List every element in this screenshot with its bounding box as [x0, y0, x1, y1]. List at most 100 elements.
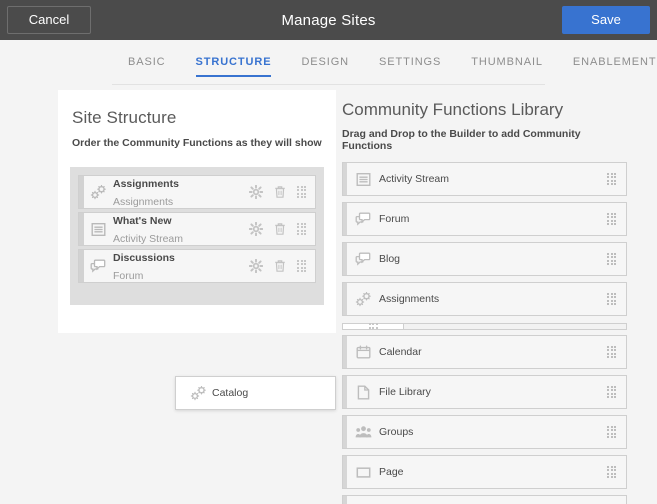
- library-item-blog[interactable]: Blog: [342, 242, 627, 276]
- library-item-label: File Library: [377, 386, 607, 398]
- library-item-file-library[interactable]: File Library: [342, 375, 627, 409]
- library-item-forum[interactable]: Forum: [342, 202, 627, 236]
- row-grip: [343, 456, 347, 488]
- site-structure-card: Site Structure Order the Community Funct…: [58, 90, 336, 333]
- activity-stream-icon: [85, 222, 111, 237]
- site-structure-title: Site Structure: [72, 108, 322, 128]
- groups-icon: [349, 425, 377, 439]
- library-item-page[interactable]: Page: [342, 455, 627, 489]
- structure-row-assignments[interactable]: Assignments Assignments: [78, 175, 316, 209]
- row-grip: [343, 416, 347, 448]
- gear-icon[interactable]: [249, 185, 263, 199]
- row-grip: [343, 163, 347, 195]
- site-structure-header: Site Structure Order the Community Funct…: [58, 108, 336, 149]
- drag-handle-icon[interactable]: [607, 426, 626, 439]
- structure-row-name: Assignments: [113, 178, 179, 190]
- tab-design[interactable]: DESIGN: [301, 56, 349, 77]
- drop-placeholder-handle: [342, 323, 404, 330]
- drag-handle-icon[interactable]: [607, 386, 626, 399]
- activity-stream-icon: [349, 172, 377, 187]
- structure-row-type: Assignments: [113, 196, 173, 208]
- assignments-icon: [85, 185, 111, 200]
- trash-icon[interactable]: [274, 185, 286, 199]
- row-grip: [79, 176, 84, 208]
- drag-handle-icon[interactable]: [607, 173, 626, 186]
- drag-handle-icon[interactable]: [297, 260, 306, 273]
- cancel-button[interactable]: Cancel: [7, 6, 91, 34]
- structure-row-whats-new[interactable]: What's New Activity Stream: [78, 212, 316, 246]
- page-icon: [349, 466, 377, 479]
- drag-ghost-label: Catalog: [212, 387, 248, 399]
- library-header: Community Functions Library Drag and Dro…: [342, 90, 627, 152]
- row-grip: [343, 496, 347, 504]
- library-item-label: Groups: [377, 426, 607, 438]
- content-area: Site Structure Order the Community Funct…: [0, 90, 657, 504]
- structure-row-text: Assignments Assignments: [111, 174, 249, 209]
- tab-enablement[interactable]: ENABLEMENT: [573, 56, 657, 77]
- library-list: Activity Stream Forum: [342, 162, 627, 504]
- forum-icon: [85, 259, 111, 273]
- gear-icon[interactable]: [249, 222, 263, 236]
- drag-handle-icon[interactable]: [607, 293, 626, 306]
- tab-divider: [112, 84, 545, 85]
- tab-basic[interactable]: BASIC: [128, 56, 166, 77]
- structure-row-text: Discussions Forum: [111, 248, 249, 283]
- assignments-icon: [349, 292, 377, 307]
- calendar-icon: [349, 345, 377, 359]
- drag-handle-icon[interactable]: [607, 466, 626, 479]
- library-item-qna[interactable]: QnA: [342, 495, 627, 504]
- site-structure-column: Site Structure Order the Community Funct…: [58, 90, 336, 504]
- tab-thumbnail[interactable]: THUMBNAIL: [471, 56, 543, 77]
- save-button[interactable]: Save: [562, 6, 650, 34]
- drag-ghost-catalog[interactable]: Catalog: [175, 376, 336, 410]
- library-item-label: Page: [377, 466, 607, 478]
- library-item-assignments[interactable]: Assignments: [342, 282, 627, 316]
- gear-icon[interactable]: [249, 259, 263, 273]
- structure-row-name: What's New: [113, 215, 172, 227]
- structure-row-name: Discussions: [113, 252, 175, 264]
- tab-bar: BASIC STRUCTURE DESIGN SETTINGS THUMBNAI…: [0, 40, 657, 90]
- structure-row-discussions[interactable]: Discussions Forum: [78, 249, 316, 283]
- top-bar: Cancel Manage Sites Save: [0, 0, 657, 40]
- structure-row-actions: [249, 222, 315, 236]
- structure-row-actions: [249, 185, 315, 199]
- drag-handle-icon[interactable]: [607, 213, 626, 226]
- drag-handle-icon[interactable]: [297, 186, 306, 199]
- tab-structure[interactable]: STRUCTURE: [196, 56, 272, 77]
- forum-icon: [349, 212, 377, 226]
- drop-placeholder: [342, 322, 627, 330]
- structure-dropzone[interactable]: Assignments Assignments: [70, 167, 324, 305]
- library-item-activity-stream[interactable]: Activity Stream: [342, 162, 627, 196]
- library-item-calendar[interactable]: Calendar: [342, 335, 627, 369]
- library-item-label: Forum: [377, 213, 607, 225]
- file-icon: [349, 385, 377, 400]
- drop-placeholder-bar: [404, 323, 627, 330]
- drag-handle-icon[interactable]: [607, 253, 626, 266]
- structure-row-text: What's New Activity Stream: [111, 211, 249, 246]
- row-grip: [343, 336, 347, 368]
- assignments-icon: [184, 386, 212, 401]
- drag-handle-icon[interactable]: [607, 346, 626, 359]
- library-item-label: Assignments: [377, 293, 607, 305]
- trash-icon[interactable]: [274, 222, 286, 236]
- structure-row-type: Forum: [113, 270, 143, 282]
- forum-icon: [349, 252, 377, 266]
- page-title: Manage Sites: [0, 12, 657, 29]
- row-grip: [79, 250, 84, 282]
- library-item-label: Calendar: [377, 346, 607, 358]
- library-title: Community Functions Library: [342, 100, 627, 120]
- trash-icon[interactable]: [274, 259, 286, 273]
- row-grip: [343, 243, 347, 275]
- library-subtitle: Drag and Drop to the Builder to add Comm…: [342, 128, 627, 152]
- drag-handle-icon[interactable]: [297, 223, 306, 236]
- row-grip: [79, 213, 84, 245]
- row-grip: [343, 283, 347, 315]
- community-functions-library-column: Community Functions Library Drag and Dro…: [342, 90, 627, 504]
- library-item-groups[interactable]: Groups: [342, 415, 627, 449]
- structure-row-actions: [249, 259, 315, 273]
- row-grip: [343, 203, 347, 235]
- tab-list: BASIC STRUCTURE DESIGN SETTINGS THUMBNAI…: [0, 40, 657, 77]
- tab-settings[interactable]: SETTINGS: [379, 56, 441, 77]
- structure-row-type: Activity Stream: [113, 233, 183, 245]
- library-item-label: Blog: [377, 253, 607, 265]
